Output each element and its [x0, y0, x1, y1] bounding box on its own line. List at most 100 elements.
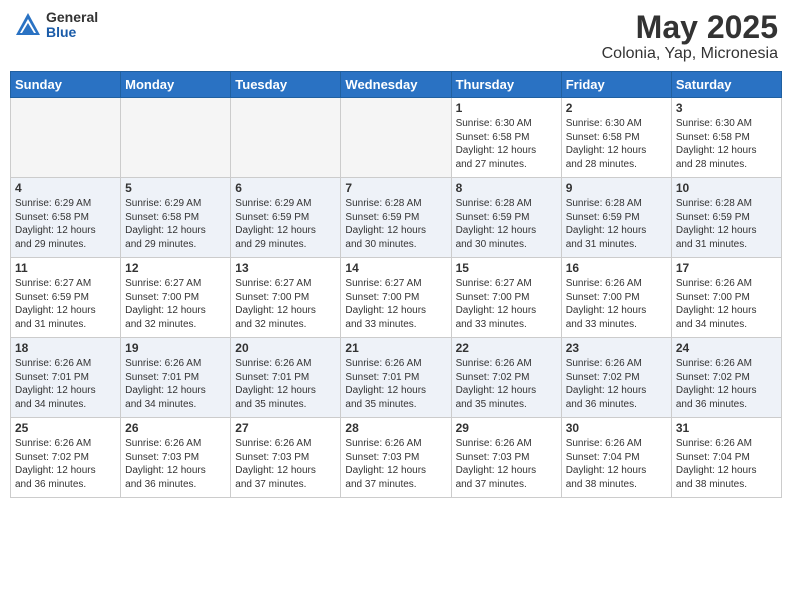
day-info: Sunrise: 6:28 AM Sunset: 6:59 PM Dayligh…: [676, 197, 777, 251]
calendar-cell: 14 Sunrise: 6:27 AM Sunset: 7:00 PM Dayli…: [341, 258, 451, 338]
day-info: Sunrise: 6:30 AM Sunset: 6:58 PM Dayligh…: [676, 117, 777, 171]
day-number: 28: [345, 421, 446, 435]
day-number: 9: [566, 181, 667, 195]
day-info: Sunrise: 6:26 AM Sunset: 7:02 PM Dayligh…: [456, 357, 557, 411]
calendar-cell: 12 Sunrise: 6:27 AM Sunset: 7:00 PM Dayli…: [121, 258, 231, 338]
calendar-week-row: 4 Sunrise: 6:29 AM Sunset: 6:58 PM Daylig…: [11, 178, 782, 258]
day-number: 16: [566, 261, 667, 275]
day-number: 22: [456, 341, 557, 355]
calendar-cell: 13 Sunrise: 6:27 AM Sunset: 7:00 PM Dayli…: [231, 258, 341, 338]
day-number: 24: [676, 341, 777, 355]
day-number: 23: [566, 341, 667, 355]
day-info: Sunrise: 6:26 AM Sunset: 7:02 PM Dayligh…: [15, 437, 116, 491]
day-info: Sunrise: 6:26 AM Sunset: 7:03 PM Dayligh…: [235, 437, 336, 491]
day-of-week-header: Saturday: [671, 72, 781, 98]
day-number: 20: [235, 341, 336, 355]
calendar-cell: 3 Sunrise: 6:30 AM Sunset: 6:58 PM Daylig…: [671, 98, 781, 178]
calendar-cell: 10 Sunrise: 6:28 AM Sunset: 6:59 PM Dayli…: [671, 178, 781, 258]
day-number: 14: [345, 261, 446, 275]
day-number: 21: [345, 341, 446, 355]
calendar-cell: [341, 98, 451, 178]
page-header: General Blue May 2025 Colonia, Yap, Micr…: [10, 10, 782, 63]
calendar-cell: 19Sunrise: 6:26 AM Sunset: 7:01 PM Dayli…: [121, 338, 231, 418]
day-of-week-header: Tuesday: [231, 72, 341, 98]
day-info: Sunrise: 6:26 AM Sunset: 7:01 PM Dayligh…: [345, 357, 446, 411]
day-number: 25: [15, 421, 116, 435]
day-number: 8: [456, 181, 557, 195]
logo-blue-text: Blue: [46, 25, 98, 40]
day-of-week-header: Thursday: [451, 72, 561, 98]
calendar-cell: 18 Sunrise: 6:26 AM Sunset: 7:01 PM Dayli…: [11, 338, 121, 418]
calendar-cell: 2 Sunrise: 6:30 AM Sunset: 6:58 PM Daylig…: [561, 98, 671, 178]
day-number: 12: [125, 261, 226, 275]
calendar-cell: 16Sunrise: 6:26 AM Sunset: 7:00 PM Dayli…: [561, 258, 671, 338]
day-number: 26: [125, 421, 226, 435]
day-number: 1: [456, 101, 557, 115]
calendar-cell: 26 Sunrise: 6:26 AM Sunset: 7:03 PM Dayli…: [121, 418, 231, 498]
day-info: Sunrise: 6:26 AM Sunset: 7:01 PM Dayligh…: [125, 357, 226, 411]
calendar-cell: 22 Sunrise: 6:26 AM Sunset: 7:02 PM Dayli…: [451, 338, 561, 418]
day-info: Sunrise: 6:28 AM Sunset: 6:59 PM Dayligh…: [566, 197, 667, 251]
calendar-cell: [121, 98, 231, 178]
day-info: Sunrise: 6:29 AM Sunset: 6:58 PM Dayligh…: [125, 197, 226, 251]
calendar-cell: 28Sunrise: 6:26 AM Sunset: 7:03 PM Dayli…: [341, 418, 451, 498]
day-of-week-header: Sunday: [11, 72, 121, 98]
logo: General Blue: [14, 10, 98, 41]
calendar-header-row: SundayMondayTuesdayWednesdayThursdayFrid…: [11, 72, 782, 98]
day-number: 7: [345, 181, 446, 195]
day-info: Sunrise: 6:27 AM Sunset: 7:00 PM Dayligh…: [345, 277, 446, 331]
calendar-week-row: 11 Sunrise: 6:27 AM Sunset: 6:59 PM Dayli…: [11, 258, 782, 338]
day-info: Sunrise: 6:27 AM Sunset: 7:00 PM Dayligh…: [125, 277, 226, 331]
day-info: Sunrise: 6:26 AM Sunset: 7:00 PM Dayligh…: [676, 277, 777, 331]
day-info: Sunrise: 6:27 AM Sunset: 7:00 PM Dayligh…: [235, 277, 336, 331]
month-year: May 2025: [602, 10, 778, 45]
day-info: Sunrise: 6:26 AM Sunset: 7:04 PM Dayligh…: [676, 437, 777, 491]
calendar-cell: 29Sunrise: 6:26 AM Sunset: 7:03 PM Dayli…: [451, 418, 561, 498]
day-info: Sunrise: 6:29 AM Sunset: 6:58 PM Dayligh…: [15, 197, 116, 251]
day-number: 2: [566, 101, 667, 115]
day-info: Sunrise: 6:26 AM Sunset: 7:02 PM Dayligh…: [676, 357, 777, 411]
day-number: 13: [235, 261, 336, 275]
day-info: Sunrise: 6:26 AM Sunset: 7:03 PM Dayligh…: [125, 437, 226, 491]
calendar-cell: 31 Sunrise: 6:26 AM Sunset: 7:04 PM Dayli…: [671, 418, 781, 498]
day-number: 15: [456, 261, 557, 275]
day-info: Sunrise: 6:26 AM Sunset: 7:01 PM Dayligh…: [235, 357, 336, 411]
day-info: Sunrise: 6:29 AM Sunset: 6:59 PM Dayligh…: [235, 197, 336, 251]
day-number: 3: [676, 101, 777, 115]
day-number: 11: [15, 261, 116, 275]
calendar-week-row: 25 Sunrise: 6:26 AM Sunset: 7:02 PM Dayli…: [11, 418, 782, 498]
calendar-cell: [231, 98, 341, 178]
day-number: 5: [125, 181, 226, 195]
calendar-cell: 4 Sunrise: 6:29 AM Sunset: 6:58 PM Daylig…: [11, 178, 121, 258]
calendar-cell: [11, 98, 121, 178]
calendar-cell: 17Sunrise: 6:26 AM Sunset: 7:00 PM Dayli…: [671, 258, 781, 338]
day-info: Sunrise: 6:26 AM Sunset: 7:02 PM Dayligh…: [566, 357, 667, 411]
calendar-cell: 24 Sunrise: 6:26 AM Sunset: 7:02 PM Dayli…: [671, 338, 781, 418]
day-info: Sunrise: 6:30 AM Sunset: 6:58 PM Dayligh…: [566, 117, 667, 171]
day-number: 31: [676, 421, 777, 435]
day-info: Sunrise: 6:28 AM Sunset: 6:59 PM Dayligh…: [345, 197, 446, 251]
calendar-cell: 8 Sunrise: 6:28 AM Sunset: 6:59 PM Daylig…: [451, 178, 561, 258]
calendar-cell: 27Sunrise: 6:26 AM Sunset: 7:03 PM Dayli…: [231, 418, 341, 498]
day-of-week-header: Friday: [561, 72, 671, 98]
day-number: 18: [15, 341, 116, 355]
day-number: 10: [676, 181, 777, 195]
location: Colonia, Yap, Micronesia: [602, 45, 778, 63]
calendar-table: SundayMondayTuesdayWednesdayThursdayFrid…: [10, 71, 782, 498]
day-of-week-header: Monday: [121, 72, 231, 98]
day-info: Sunrise: 6:27 AM Sunset: 6:59 PM Dayligh…: [15, 277, 116, 331]
title-block: May 2025 Colonia, Yap, Micronesia: [602, 10, 778, 63]
day-info: Sunrise: 6:26 AM Sunset: 7:04 PM Dayligh…: [566, 437, 667, 491]
day-number: 30: [566, 421, 667, 435]
calendar-cell: 5 Sunrise: 6:29 AM Sunset: 6:58 PM Daylig…: [121, 178, 231, 258]
calendar-cell: 7 Sunrise: 6:28 AM Sunset: 6:59 PM Daylig…: [341, 178, 451, 258]
day-info: Sunrise: 6:26 AM Sunset: 7:01 PM Dayligh…: [15, 357, 116, 411]
calendar-week-row: 18 Sunrise: 6:26 AM Sunset: 7:01 PM Dayli…: [11, 338, 782, 418]
calendar-cell: 21 Sunrise: 6:26 AM Sunset: 7:01 PM Dayli…: [341, 338, 451, 418]
calendar-cell: 9 Sunrise: 6:28 AM Sunset: 6:59 PM Daylig…: [561, 178, 671, 258]
day-info: Sunrise: 6:26 AM Sunset: 7:03 PM Dayligh…: [456, 437, 557, 491]
day-info: Sunrise: 6:28 AM Sunset: 6:59 PM Dayligh…: [456, 197, 557, 251]
calendar-cell: 6Sunrise: 6:29 AM Sunset: 6:59 PM Daylig…: [231, 178, 341, 258]
calendar-cell: 11 Sunrise: 6:27 AM Sunset: 6:59 PM Dayli…: [11, 258, 121, 338]
day-number: 4: [15, 181, 116, 195]
